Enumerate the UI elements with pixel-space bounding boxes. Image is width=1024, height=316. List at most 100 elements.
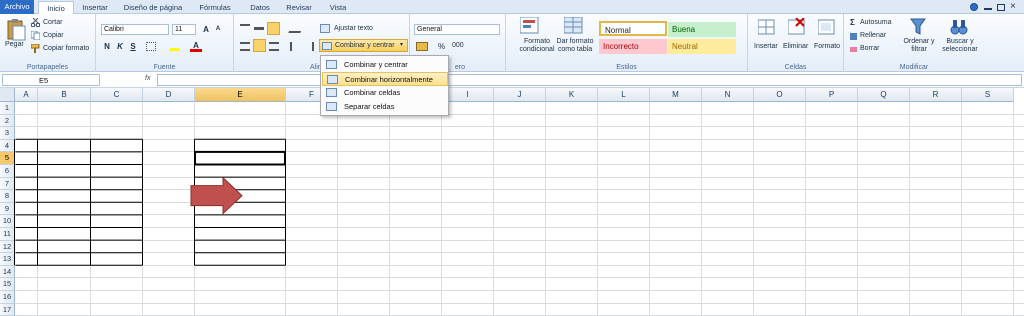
tab-archivo[interactable]: Archivo (0, 0, 34, 14)
col-header-n[interactable]: N (702, 88, 754, 102)
align-right-icon[interactable] (269, 42, 279, 51)
style-bad[interactable]: Incorrecto (599, 39, 667, 54)
col-header-i[interactable]: I (442, 88, 494, 102)
shrink-font-icon[interactable]: A (212, 24, 224, 35)
align-center-icon[interactable] (253, 39, 266, 52)
tab-vista[interactable]: Vista (324, 1, 352, 14)
row-header-13[interactable]: 13 (0, 253, 15, 266)
row-header-14[interactable]: 14 (0, 265, 15, 279)
delete-button[interactable]: Eliminar (783, 43, 808, 50)
bold-button[interactable]: N (101, 41, 113, 52)
row-header-7[interactable]: 7 (0, 177, 15, 191)
paste-button[interactable]: Pegar (5, 41, 24, 48)
menu-item-merge-center[interactable]: Combinar y centrar (322, 58, 448, 72)
fill-button[interactable]: Rellenar (860, 32, 886, 39)
copy-button[interactable]: Copiar (43, 32, 64, 39)
align-left-icon[interactable] (240, 42, 250, 51)
help-icon[interactable] (970, 3, 978, 11)
col-header-s[interactable]: S (962, 88, 1014, 102)
align-top-icon[interactable] (240, 24, 250, 33)
row-header-8[interactable]: 8 (0, 190, 15, 203)
row-header-9[interactable]: 9 (0, 202, 15, 216)
font-color-icon[interactable]: A (190, 40, 202, 52)
row-header-3[interactable]: 3 (0, 127, 15, 140)
indent-icon[interactable] (290, 42, 300, 51)
row-header-16[interactable]: 16 (0, 291, 15, 304)
tab-insertar[interactable]: Insertar (78, 1, 112, 14)
tab-inicio[interactable]: Inicio (38, 1, 74, 15)
borders-icon[interactable] (146, 42, 156, 51)
outdent-icon[interactable] (304, 42, 314, 51)
find-select-button[interactable]: Buscar y seleccionar (938, 38, 982, 54)
font-name-select[interactable]: Calibri (101, 24, 169, 35)
col-header-q[interactable]: Q (858, 88, 910, 102)
style-normal[interactable]: Normal (599, 21, 667, 36)
row-header-10[interactable]: 10 (0, 215, 15, 228)
format-button[interactable]: Formato (814, 43, 840, 50)
col-header-j[interactable]: J (494, 88, 546, 102)
orientation-icon[interactable] (288, 24, 304, 33)
col-header-o[interactable]: O (754, 88, 806, 102)
close-icon[interactable]: × (1010, 1, 1016, 12)
col-header-r[interactable]: R (910, 88, 962, 102)
percent-button[interactable]: % (438, 42, 445, 51)
autosum-button[interactable]: Autosuma (860, 19, 892, 26)
col-header-p[interactable]: P (806, 88, 858, 102)
clear-button[interactable]: Borrar (860, 45, 879, 52)
active-cell-e5[interactable] (194, 150, 286, 166)
row-header-17[interactable]: 17 (0, 303, 15, 316)
format-painter-button[interactable]: Copiar formato (43, 45, 89, 52)
menu-item-merge-cells[interactable]: Combinar celdas (322, 86, 448, 100)
paste-icon[interactable] (6, 17, 26, 41)
col-header-c[interactable]: C (91, 88, 143, 102)
number-format-select[interactable]: General (414, 24, 500, 35)
row-header-5[interactable]: 5 (0, 152, 15, 165)
tab-datos[interactable]: Datos (244, 1, 276, 14)
insert-button[interactable]: Insertar (754, 43, 778, 50)
currency-icon[interactable] (416, 42, 428, 51)
col-header-a[interactable]: A (15, 88, 38, 102)
style-neutral[interactable]: Neutral (668, 39, 736, 54)
font-size-select[interactable]: 11 (172, 24, 196, 35)
menu-item-merge-across[interactable]: Combinar horizontalmente (322, 72, 448, 86)
thousands-button[interactable]: 000 (452, 42, 464, 49)
col-header-d[interactable]: D (143, 88, 195, 102)
formula-input[interactable] (157, 74, 1022, 86)
restore-icon[interactable] (997, 4, 1005, 11)
select-all-corner[interactable] (0, 88, 15, 102)
row-header-6[interactable]: 6 (0, 165, 15, 178)
col-header-m[interactable]: M (650, 88, 702, 102)
spreadsheet-grid[interactable]: ABCDEFGHIJKLMNOPQRS123456789101112131415… (0, 88, 1024, 316)
align-middle-icon[interactable] (254, 27, 264, 30)
row-header-12[interactable]: 12 (0, 240, 15, 254)
style-good[interactable]: Buena (668, 22, 736, 37)
row-header-4[interactable]: 4 (0, 139, 15, 153)
merge-center-button[interactable]: Combinar y centrar ▾ (319, 39, 408, 52)
col-header-l[interactable]: L (598, 88, 650, 102)
sort-filter-button[interactable]: Ordenar y filtrar (900, 38, 938, 54)
insert-cells-icon (758, 19, 775, 35)
italic-button[interactable]: K (114, 41, 126, 52)
col-header-k[interactable]: K (546, 88, 598, 102)
group-label-editing: Modificar (899, 64, 929, 71)
col-header-b[interactable]: B (38, 88, 91, 102)
wrap-text-button[interactable]: Ajustar texto (334, 25, 373, 32)
align-bottom-icon[interactable] (267, 22, 280, 35)
name-box[interactable]: E5 (2, 74, 100, 86)
col-header-e[interactable]: E (195, 88, 286, 102)
grow-font-icon[interactable]: A (200, 24, 212, 35)
minimize-icon[interactable] (984, 8, 992, 10)
row-header-2[interactable]: 2 (0, 114, 15, 128)
cut-button[interactable]: Cortar (43, 19, 62, 26)
row-header-15[interactable]: 15 (0, 278, 15, 291)
row-header-11[interactable]: 11 (0, 228, 15, 241)
format-table-button[interactable]: Dar formato como tabla (552, 38, 598, 54)
fill-color-icon[interactable] (170, 42, 180, 51)
fx-icon[interactable]: fx (145, 75, 150, 82)
tab-revisar[interactable]: Revisar (282, 1, 316, 14)
tab-diseno-pagina[interactable]: Diseño de página (118, 1, 188, 14)
menu-item-unmerge[interactable]: Separar celdas (322, 100, 448, 114)
underline-button[interactable]: S (127, 41, 139, 52)
tab-formulas[interactable]: Fórmulas (195, 1, 235, 14)
row-header-1[interactable]: 1 (0, 102, 15, 115)
